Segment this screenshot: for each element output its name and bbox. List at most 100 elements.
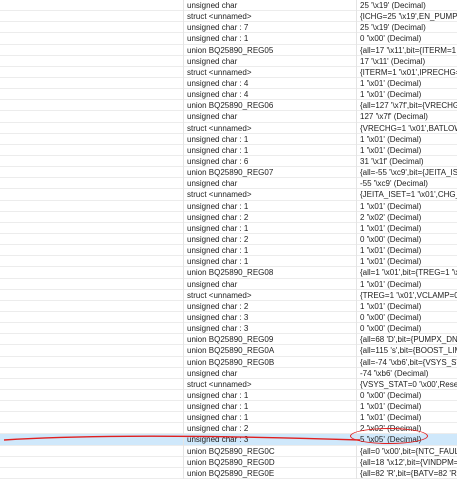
value-cell[interactable]: 1 '\x01' (Decimal)	[356, 300, 457, 312]
value-cell[interactable]: 1 '\x01' (Decimal)	[356, 89, 457, 101]
tree-row[interactable]: allunsigned char1 '\x01' (Decimal)	[0, 278, 457, 290]
value-cell[interactable]: {all=115 's',bit={BOOST_LIM=3	[356, 345, 457, 357]
tree-row[interactable]: PG_STATunsigned char : 11 '\x01' (Decima…	[0, 412, 457, 424]
value-cell[interactable]: -74 '\xb6' (Decimal)	[356, 367, 457, 379]
type-cell: unsigned char : 1	[183, 222, 357, 234]
value-cell[interactable]: 1 '\x01' (Decimal)	[356, 245, 457, 257]
type-cell: unsigned char : 2	[183, 233, 357, 246]
tree-row[interactable]: JEITA_ISETunsigned char : 11 '\x01' (Dec…	[0, 200, 457, 212]
value-cell[interactable]: 0 '\x00' (Decimal)	[356, 323, 457, 335]
value-cell[interactable]: 0 '\x00' (Decimal)	[356, 311, 457, 324]
tree-row[interactable]: BAT_COMPunsigned char : 30 '\x00' (Decim…	[0, 323, 457, 335]
tree-row[interactable]: VSYS_STATunsigned char : 10 '\x00' (Deci…	[0, 389, 457, 402]
tree-row[interactable]: allunsigned char-74 '\xb6' (Decimal)	[0, 367, 457, 379]
tree-row[interactable]: WATCHDOGunsigned char : 20 '\x00' (Decim…	[0, 233, 457, 246]
tree-row[interactable]: VRECHGunsigned char : 11 '\x01' (Decimal…	[0, 133, 457, 145]
tree-row[interactable]: TREGunsigned char : 21 '\x01' (Decimal)	[0, 300, 457, 312]
tree-row[interactable]: STAT_DISunsigned char : 11 '\x01' (Decim…	[0, 245, 457, 257]
value-cell[interactable]: {ITERM=1 '\x01',IPRECHG=1 '\x	[356, 66, 457, 78]
tree-row[interactable]: ∨REG06union BQ25890_REG06{all=127 '\x7f'…	[0, 100, 457, 112]
value-cell[interactable]: 5 '\x05' (Decimal)	[356, 434, 457, 446]
type-cell: struct <unnamed>	[183, 11, 357, 23]
value-cell[interactable]: {ICHG=25 '\x19',EN_PUMPX=0	[356, 11, 457, 23]
value-cell[interactable]: 1 '\x01' (Decimal)	[356, 200, 457, 212]
value-cell[interactable]: 1 '\x01' (Decimal)	[356, 412, 457, 424]
tree-row[interactable]: ∨bitstruct <unnamed>{TREG=1 '\x01',VCLAM…	[0, 289, 457, 301]
value-cell[interactable]: 1 '\x01' (Decimal)	[356, 256, 457, 268]
variables-tree[interactable]: allunsigned char25 '\x19' (Decimal)∨bits…	[0, 0, 457, 480]
tree-row[interactable]: ∨bitstruct <unnamed>{ICHG=25 '\x19',EN_P…	[0, 11, 457, 23]
type-cell: unsigned char	[183, 55, 357, 67]
value-cell[interactable]: {VRECHG=1 '\x01',BATLOWV=1	[356, 122, 457, 134]
tree-row[interactable]: ∨bitstruct <unnamed>{VSYS_STAT=0 '\x00',…	[0, 378, 457, 390]
tree-row[interactable]: ITERMunsigned char : 41 '\x01' (Decimal)	[0, 77, 457, 90]
tree-row[interactable]: allunsigned char-55 '\xc9' (Decimal)	[0, 178, 457, 190]
value-cell[interactable]: 1 '\x01' (Decimal)	[356, 401, 457, 413]
value-cell[interactable]: 31 '\x1f' (Decimal)	[356, 155, 457, 168]
tree-row[interactable]: ›REG09union BQ25890_REG09{all=68 'D',bit…	[0, 334, 457, 346]
tree-row[interactable]: VCLAMPunsigned char : 30 '\x00' (Decimal…	[0, 311, 457, 324]
value-cell[interactable]: 2 '\x02' (Decimal)	[356, 211, 457, 223]
type-cell: unsigned char	[183, 278, 357, 290]
value-cell[interactable]: -55 '\xc9' (Decimal)	[356, 178, 457, 190]
tree-row[interactable]: allunsigned char17 '\x11' (Decimal)	[0, 55, 457, 67]
value-cell[interactable]: 25 '\x19' (Decimal)	[356, 0, 457, 12]
value-cell[interactable]: {all=-74 '\xb6',bit={VSYS_STAT=	[356, 356, 457, 368]
tree-row[interactable]: ∨REG0Bunion BQ25890_REG0B{all=-74 '\xb6'…	[0, 356, 457, 368]
type-cell: unsigned char : 7	[183, 22, 357, 34]
tree-row[interactable]: ∨bitstruct <unnamed>{JEITA_ISET=1 '\x01'…	[0, 189, 457, 201]
tree-row[interactable]: allunsigned char127 '\x7f' (Decimal)	[0, 111, 457, 123]
type-cell: unsigned char	[183, 367, 357, 379]
tree-row[interactable]: ICHGunsigned char : 725 '\x19' (Decimal)	[0, 22, 457, 34]
value-cell[interactable]: {all=127 '\x7f',bit={VRECHG=1	[356, 100, 457, 112]
value-cell[interactable]: {all=18 '\x12',bit={VINDPM=18	[356, 456, 457, 468]
tree-row[interactable]: VBUS_STATunsigned char : 35 '\x05' (Deci…	[0, 434, 457, 446]
value-cell[interactable]: 1 '\x01' (Decimal)	[356, 77, 457, 90]
type-cell: union BQ25890_REG0A	[183, 345, 357, 357]
value-cell[interactable]: {all=-55 '\xc9',bit={JEITA_ISET=	[356, 167, 457, 179]
value-cell[interactable]: 1 '\x01' (Decimal)	[356, 222, 457, 234]
tree-row[interactable]: IPRECHGunsigned char : 41 '\x01' (Decima…	[0, 89, 457, 101]
value-cell[interactable]: 25 '\x19' (Decimal)	[356, 22, 457, 34]
value-cell[interactable]: {JEITA_ISET=1 '\x01',CHG_TIMER	[356, 189, 457, 201]
value-cell[interactable]: {TREG=1 '\x01',VCLAMP=0 '\x0	[356, 289, 457, 301]
type-cell: struct <unnamed>	[183, 378, 357, 390]
value-cell[interactable]: {all=1 '\x01',bit={TREG=1 '\x01	[356, 267, 457, 279]
value-cell[interactable]: 2 '\x02' (Decimal)	[356, 423, 457, 435]
tree-row[interactable]: ∨REG05union BQ25890_REG05{all=17 '\x11',…	[0, 44, 457, 56]
tree-row[interactable]: ∨REG08union BQ25890_REG08{all=1 '\x01',b…	[0, 267, 457, 279]
tree-row[interactable]: Reservedunsigned char : 11 '\x01' (Decim…	[0, 401, 457, 413]
tree-row[interactable]: CHG_TIMERunsigned char : 22 '\x02' (Deci…	[0, 211, 457, 223]
value-cell[interactable]: 1 '\x01' (Decimal)	[356, 278, 457, 290]
type-cell: struct <unnamed>	[183, 66, 357, 78]
value-cell[interactable]: {all=0 '\x00',bit={NTC_FAULT=0	[356, 445, 457, 457]
value-cell[interactable]: 17 '\x11' (Decimal)	[356, 55, 457, 67]
tree-row[interactable]: EN_PUMPXunsigned char : 10 '\x00' (Decim…	[0, 33, 457, 45]
tree-row[interactable]: EN_TIMERunsigned char : 11 '\x01' (Decim…	[0, 222, 457, 234]
value-cell[interactable]: 1 '\x01' (Decimal)	[356, 133, 457, 145]
type-cell: unsigned char : 3	[183, 311, 357, 324]
value-cell[interactable]: {all=82 'R',bit={BATV=82 'R'	[356, 467, 457, 480]
value-cell[interactable]: 0 '\x00' (Decimal)	[356, 233, 457, 246]
tree-row[interactable]: BATLOWVunsigned char : 11 '\x01' (Decima…	[0, 144, 457, 156]
value-cell[interactable]: {all=68 'D',bit={PUMPX_DN=0 '	[356, 334, 457, 346]
tree-row[interactable]: ›REG0Cunion BQ25890_REG0C{all=0 '\x00',b…	[0, 445, 457, 457]
value-cell[interactable]: {VSYS_STAT=0 '\x00',Reserved=	[356, 378, 457, 390]
tree-row[interactable]: ∨bitstruct <unnamed>{ITERM=1 '\x01',IPRE…	[0, 66, 457, 78]
tree-row[interactable]: VREGunsigned char : 631 '\x1f' (Decimal)	[0, 155, 457, 168]
value-cell[interactable]: 127 '\x7f' (Decimal)	[356, 111, 457, 123]
value-cell[interactable]: {all=17 '\x11',bit={ITERM=1 '\x	[356, 44, 457, 56]
tree-row[interactable]: ∨REG07union BQ25890_REG07{all=-55 '\xc9'…	[0, 167, 457, 179]
tree-row[interactable]: ∨bitstruct <unnamed>{VRECHG=1 '\x01',BAT…	[0, 122, 457, 134]
tree-row[interactable]: CHRG_STATunsigned char : 22 '\x02' (Deci…	[0, 423, 457, 435]
type-cell: union BQ25890_REG07	[183, 167, 357, 179]
value-cell[interactable]: 1 '\x01' (Decimal)	[356, 144, 457, 156]
value-cell[interactable]: 0 '\x00' (Decimal)	[356, 389, 457, 402]
type-cell: unsigned char	[183, 111, 357, 123]
tree-row[interactable]: allunsigned char25 '\x19' (Decimal)	[0, 0, 457, 12]
tree-row[interactable]: ›REG0Aunion BQ25890_REG0A{all=115 's',bi…	[0, 345, 457, 357]
value-cell[interactable]: 0 '\x00' (Decimal)	[356, 33, 457, 45]
tree-row[interactable]: ›REG0Eunion BQ25890_REG0E{all=82 'R',bit…	[0, 467, 457, 480]
tree-row[interactable]: ›REG0Dunion BQ25890_REG0D{all=18 '\x12',…	[0, 456, 457, 468]
tree-row[interactable]: EN_TERMunsigned char : 11 '\x01' (Decima…	[0, 256, 457, 268]
